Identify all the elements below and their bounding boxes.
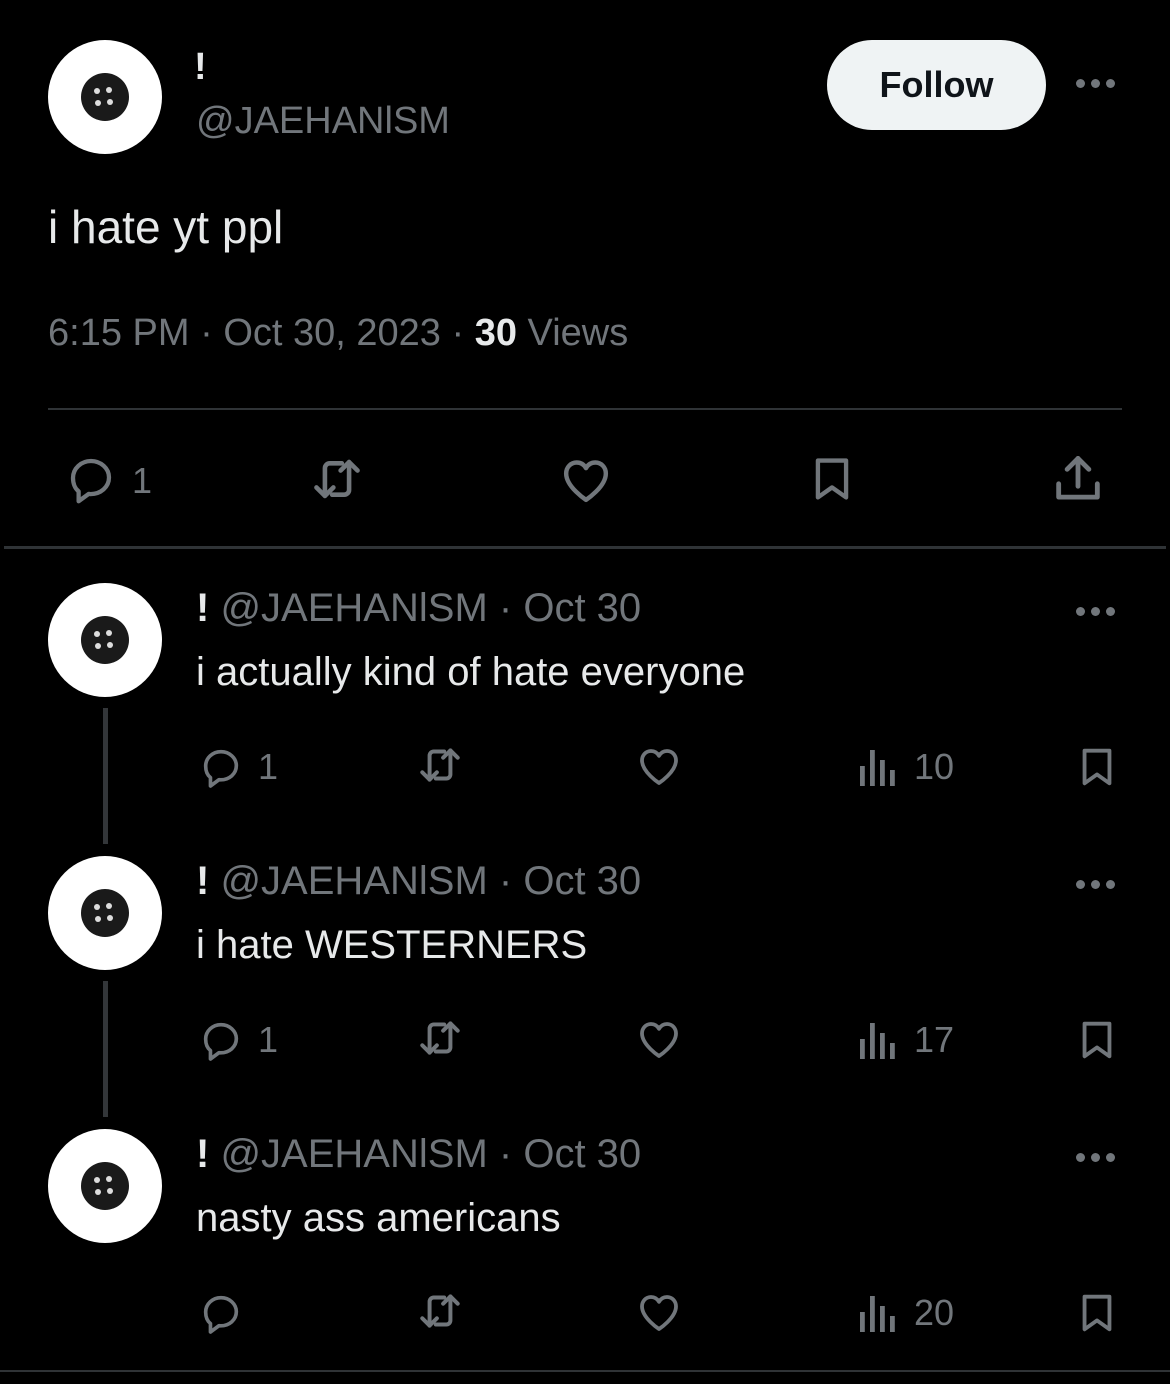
retweet-icon[interactable] [412,1013,468,1063]
thread-line [103,708,108,844]
share-icon[interactable] [1048,450,1108,508]
author-handle[interactable]: @JAEHANlSM [220,586,487,630]
divider [48,408,1122,410]
divider [0,1370,1170,1372]
button-avatar-image [81,1162,129,1210]
bookmark-icon[interactable] [806,448,858,510]
tweet-meta: 6:15 PM · Oct 30, 2023 · 30 Views [48,312,629,354]
reply-icon[interactable] [62,452,120,506]
more-options-icon[interactable] [1076,76,1120,90]
like-icon[interactable] [634,1015,684,1063]
views-label: Views [527,312,629,354]
reply-header: ! @JAEHANlSM · Oct 30 [196,859,642,903]
author-display-name[interactable]: ! [196,1132,209,1176]
views-count[interactable]: 30 [475,312,517,354]
reply-icon[interactable] [196,1017,246,1063]
reply-count: 1 [258,1019,279,1060]
button-avatar-image [81,889,129,937]
like-icon[interactable] [634,742,684,790]
follow-label: Follow [879,64,994,105]
views-count: 20 [914,1292,955,1333]
retweet-icon[interactable] [412,740,468,790]
views-count: 17 [914,1019,955,1060]
views-icon[interactable] [856,744,896,788]
views-count: 10 [914,746,955,787]
reply-date[interactable]: Oct 30 [523,859,641,903]
button-avatar-image [81,616,129,664]
reply-header: ! @JAEHANlSM · Oct 30 [196,1132,642,1176]
avatar[interactable] [48,856,162,970]
reply-text: i actually kind of hate everyone [196,650,746,694]
reply-icon[interactable] [196,744,246,790]
more-options-icon[interactable] [1076,1150,1120,1164]
follow-button[interactable]: Follow [827,40,1046,130]
tweet-date[interactable]: Oct 30, 2023 [223,312,441,354]
author-handle[interactable]: @JAEHANlSM [196,100,450,143]
tweet-text: i hate yt ppl [48,201,284,253]
avatar[interactable] [48,583,162,697]
author-display-name[interactable]: ! [196,586,209,630]
avatar[interactable] [48,40,162,154]
thread-line [103,981,108,1117]
author-display-name[interactable]: ! [194,46,207,89]
reply-icon[interactable] [196,1290,246,1336]
bookmark-icon[interactable] [1074,1286,1120,1340]
author-display-name[interactable]: ! [196,859,209,903]
more-options-icon[interactable] [1076,877,1120,891]
views-icon[interactable] [856,1290,896,1334]
divider [4,546,1166,549]
reply-date[interactable]: Oct 30 [523,586,641,630]
bookmark-icon[interactable] [1074,740,1120,794]
like-icon[interactable] [556,452,616,508]
more-options-icon[interactable] [1076,604,1120,618]
reply-text: i hate WESTERNERS [196,923,588,967]
retweet-icon[interactable] [412,1286,468,1336]
retweet-icon[interactable] [304,450,370,508]
reply-header: ! @JAEHANlSM · Oct 30 [196,586,642,630]
like-icon[interactable] [634,1288,684,1336]
tweet-time[interactable]: 6:15 PM [48,312,190,354]
reply-count: 1 [258,746,279,787]
bookmark-icon[interactable] [1074,1013,1120,1067]
views-icon[interactable] [856,1017,896,1061]
reply-text: nasty ass americans [196,1196,561,1240]
reply-count: 1 [132,460,153,501]
author-handle[interactable]: @JAEHANlSM [220,1132,487,1176]
reply-date[interactable]: Oct 30 [523,1132,641,1176]
button-avatar-image [81,73,129,121]
avatar[interactable] [48,1129,162,1243]
author-handle[interactable]: @JAEHANlSM [220,859,487,903]
